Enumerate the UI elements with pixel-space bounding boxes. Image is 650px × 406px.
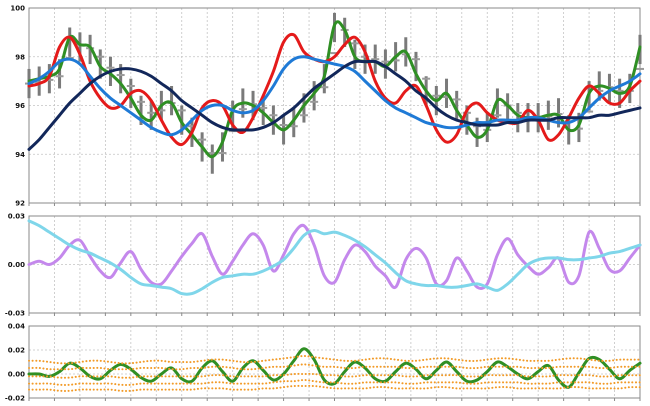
y-tick-label: 100 [10,5,25,13]
y-tick-label: 0.02 [8,347,25,355]
y-tick-label: 0.00 [8,261,25,269]
y-tick-label: 0.03 [8,213,25,221]
y-tick-label: 98 [15,53,25,61]
y-tick-label: 92 [15,200,25,208]
y-tick-label: -0.03 [5,310,25,318]
y-tick-label: 96 [15,102,25,110]
residual-panel: -0.02 0.00 0.02 0.04 [5,323,642,403]
y-tick-label: 0.04 [8,323,25,331]
chart-canvas: 92 94 96 98 100 -0.03 0.00 0.03 -0.02 0.00 0.02 0… [5,5,644,403]
oscillator-panel: -0.03 0.00 0.03 [5,213,642,318]
series-line-2-3 [28,372,641,379]
y-tick-label: 0.00 [8,371,25,379]
y-tick-label: 94 [15,151,25,159]
y-tick-label: -0.02 [5,395,25,403]
price-panel: 92 94 96 98 100 [10,5,644,208]
